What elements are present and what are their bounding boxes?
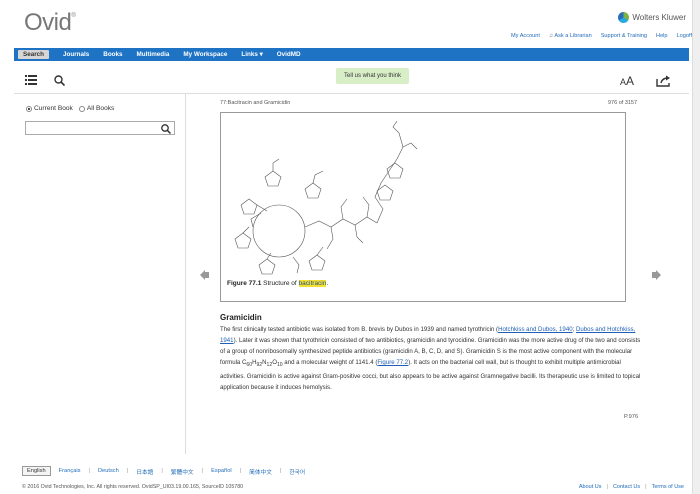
body-paragraph: The first clinically tested antibiotic w… — [220, 326, 641, 392]
figure-caption: Figure 77.1 Structure of bacitracin. — [227, 280, 329, 287]
feedback-button[interactable]: Tell us what you think — [336, 68, 410, 84]
about-us-link[interactable]: About Us — [579, 484, 602, 490]
page-count: 976 of 3157 — [608, 100, 638, 106]
contact-us-link[interactable]: Contact Us — [613, 484, 640, 490]
previous-page-arrow-icon[interactable] — [200, 270, 210, 282]
language-selector: English Français | Deutsch | 日本語 | 繁體中文 | Es… — [22, 466, 305, 476]
radio-icon — [78, 105, 85, 112]
brand-name: Wolters Kluwer — [632, 13, 686, 22]
top-links: My Account ♫ Ask a Librarian Support & T… — [511, 33, 692, 39]
lang-english[interactable]: English — [22, 466, 51, 476]
nav-books[interactable]: Books — [103, 51, 122, 58]
main-nav: Search Journals Books Multimedia My Work… — [14, 48, 689, 61]
section-title: Gramicidin — [220, 313, 262, 322]
page-number: P.976 — [624, 414, 639, 420]
chapter-breadcrumb[interactable]: 77:Bacitracin and Gramicidin — [220, 100, 290, 106]
ref-link-hotchkiss-dubos-1940[interactable]: Hotchkiss and Dubos, 1940 — [498, 326, 573, 333]
copyright: © 2016 Ovid Technologies, Inc. All right… — [22, 484, 244, 490]
toolbar: Tell us what you think AA — [14, 64, 689, 94]
lang-deutsch[interactable]: Deutsch — [98, 468, 119, 474]
search-tab-icon[interactable] — [52, 73, 66, 87]
wolters-kluwer-brand: Wolters Kluwer — [618, 12, 686, 23]
support-training-link[interactable]: Support & Training — [601, 33, 647, 39]
window-scrollbar[interactable] — [692, 0, 700, 494]
font-size-button[interactable]: AA — [620, 74, 634, 88]
next-page-arrow-icon[interactable] — [651, 270, 661, 282]
scope-all-books[interactable]: All Books — [78, 105, 114, 112]
radio-selected-icon — [26, 105, 32, 112]
table-of-contents-icon[interactable] — [24, 73, 38, 87]
lang-traditional-chinese[interactable]: 繁體中文 — [171, 467, 194, 476]
search-icon[interactable] — [161, 124, 172, 136]
ovid-logo[interactable]: Ovid® — [24, 9, 76, 37]
lang-korean[interactable]: 한국어 — [289, 467, 305, 476]
figure-77-2-link[interactable]: Figure 77.2 — [377, 359, 408, 366]
nav-my-workspace[interactable]: My Workspace — [183, 51, 227, 58]
search-highlight[interactable]: bacitracin — [298, 280, 327, 287]
terms-of-use-link[interactable]: Terms of Use — [652, 484, 684, 490]
ovid-book-viewer: Ovid® Wolters Kluwer My Account ♫ Ask a … — [0, 0, 700, 494]
nav-links-dropdown[interactable]: Links ▾ — [241, 51, 262, 58]
help-link[interactable]: Help — [656, 33, 668, 39]
footer-links: About Us | Contact Us | Terms of Use — [578, 484, 684, 490]
nav-ovidmd[interactable]: OvidMD — [277, 51, 301, 58]
scope-current-book[interactable]: Current Book — [26, 105, 73, 112]
logoff-link[interactable]: Logoff — [677, 33, 692, 39]
lang-japanese[interactable]: 日本語 — [136, 467, 153, 476]
figure-box: Figure 77.1 Structure of bacitracin. — [220, 112, 626, 302]
bacitracin-structure-image[interactable] — [227, 119, 437, 279]
header: Ovid® Wolters Kluwer My Account ♫ Ask a … — [0, 0, 700, 46]
my-account-link[interactable]: My Account — [511, 33, 540, 39]
nav-search[interactable]: Search — [18, 50, 50, 59]
lang-simplified-chinese[interactable]: 简体中文 — [249, 467, 272, 476]
wolters-kluwer-logo-icon — [618, 12, 630, 23]
share-icon[interactable] — [656, 75, 672, 89]
search-panel: Current Book All Books — [14, 94, 186, 454]
search-scope: Current Book All Books — [26, 105, 114, 112]
book-search-input[interactable] — [25, 121, 175, 135]
nav-journals[interactable]: Journals — [63, 51, 89, 58]
lang-espanol[interactable]: Español — [211, 468, 232, 474]
ask-librarian-link[interactable]: ♫ Ask a Librarian — [549, 33, 592, 39]
lang-francais[interactable]: Français — [59, 468, 81, 474]
nav-multimedia[interactable]: Multimedia — [137, 51, 170, 58]
